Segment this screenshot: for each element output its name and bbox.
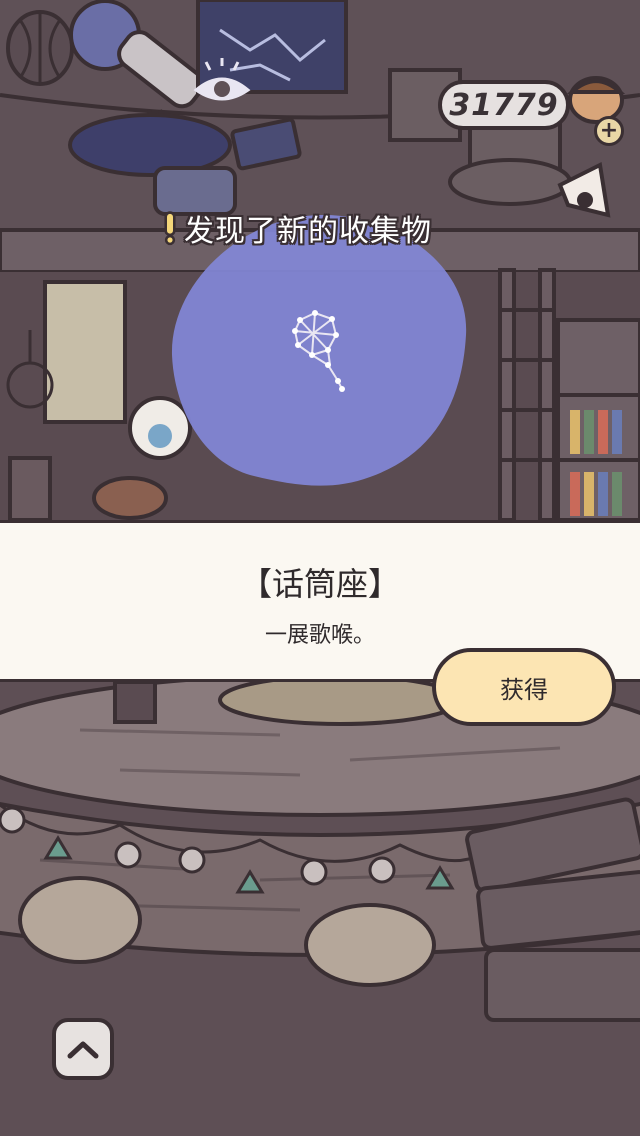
lantern: [6, 10, 74, 86]
exclamation-icon: [164, 211, 176, 246]
currency-value: 31779: [449, 87, 559, 123]
expand-button[interactable]: [52, 1018, 114, 1080]
obtain-button[interactable]: 获得: [432, 648, 616, 726]
chevron-up-icon: [67, 1041, 99, 1059]
collectible-description: 一展歌喉。: [264, 623, 375, 648]
plus-icon[interactable]: +: [594, 116, 624, 146]
acorn-icon: [566, 76, 626, 124]
eye-icon[interactable]: [190, 56, 254, 110]
collectible-title: 【话筒座】: [239, 565, 400, 603]
new-collectible-notice: 发现了新的收集物: [164, 206, 432, 250]
constellation-spotlight: [171, 214, 467, 486]
obtain-button-label: 获得: [500, 675, 548, 704]
notice-text: 发现了新的收集物: [184, 214, 432, 249]
currency-counter: 31779: [438, 80, 570, 130]
